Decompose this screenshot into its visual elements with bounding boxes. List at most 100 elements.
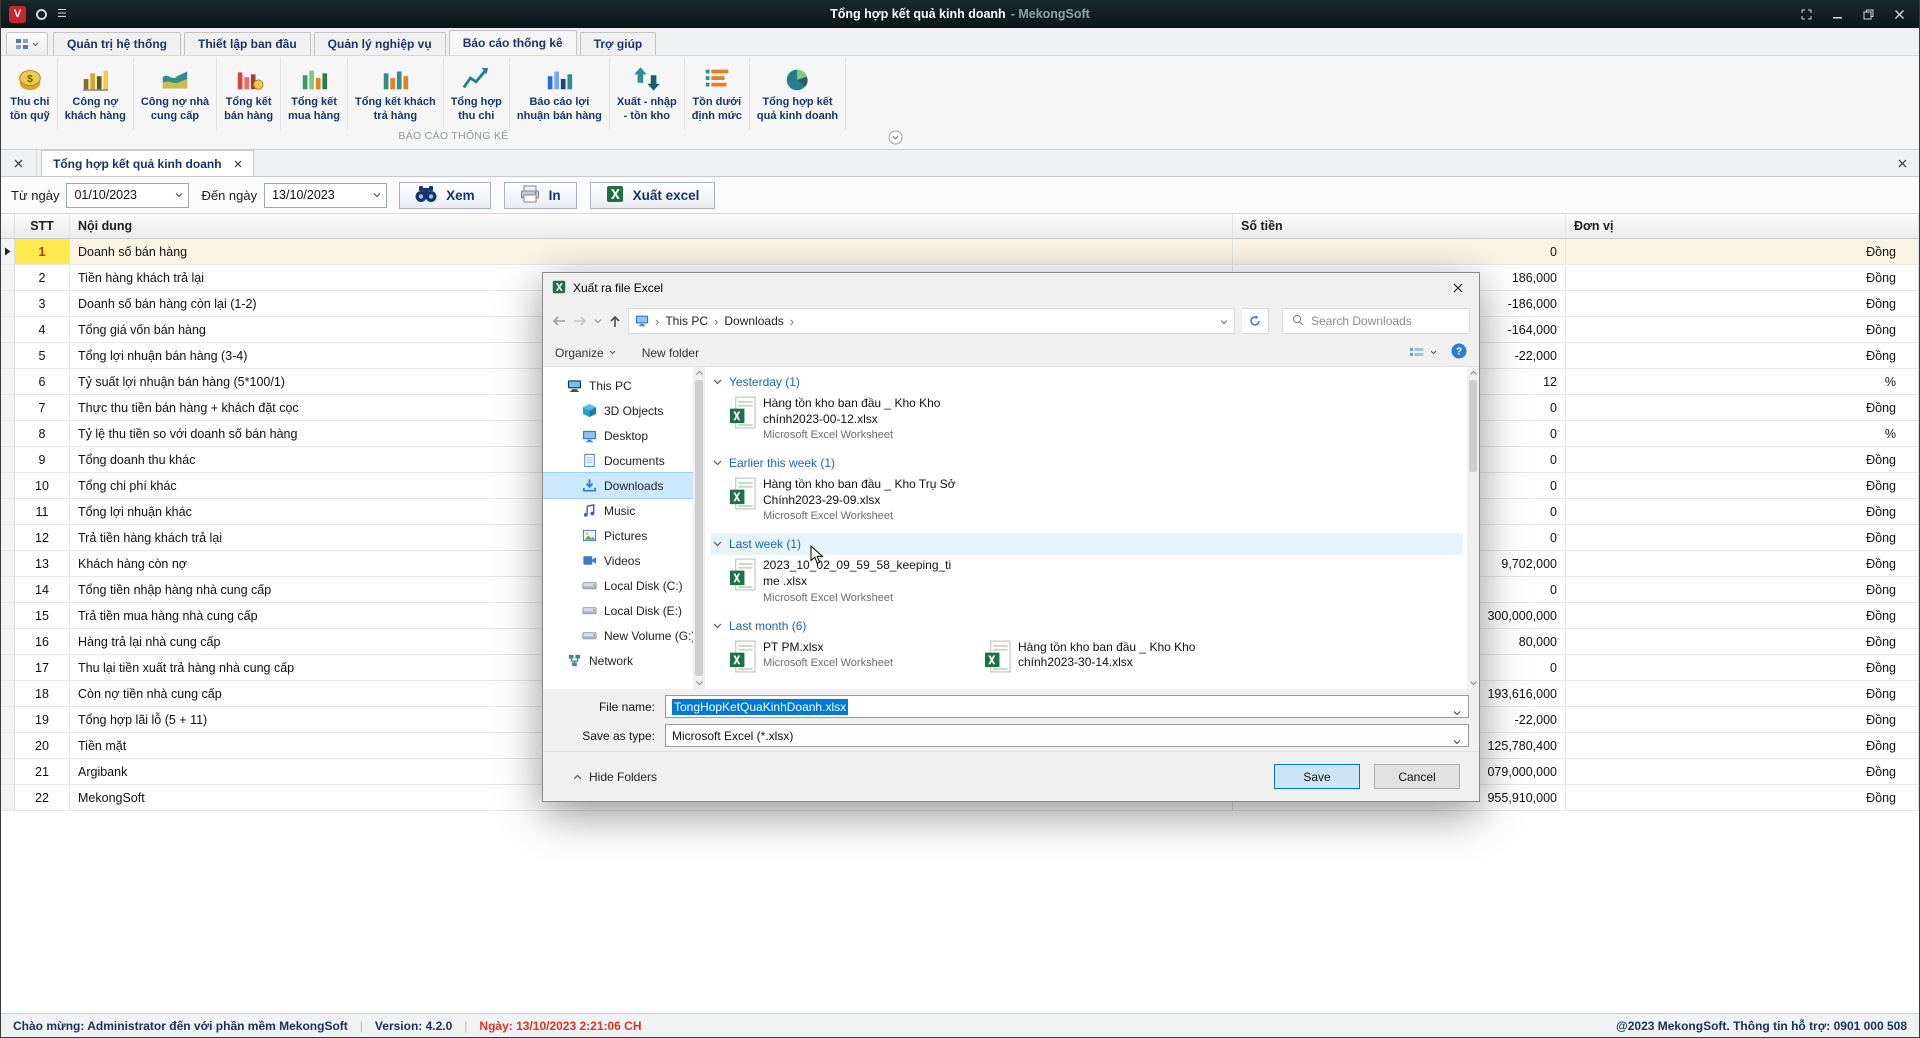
- view-mode-button[interactable]: [1409, 346, 1437, 360]
- files-scrollbar[interactable]: [1467, 367, 1479, 689]
- sidebar-item-network[interactable]: Network: [543, 648, 693, 673]
- ribbon-group-label: BÁO CÁO THỐNG KÊ: [398, 130, 508, 142]
- chevron-down-icon[interactable]: [368, 193, 386, 198]
- cancel-button[interactable]: Cancel: [1374, 764, 1460, 789]
- sidebar-item-disk[interactable]: New Volume (G:): [543, 623, 693, 648]
- save-button[interactable]: Save: [1274, 764, 1360, 789]
- ribbon-button-inventory-flow[interactable]: Xuất - nhập- tồn kho: [610, 58, 685, 130]
- ribbon-collapse-icon[interactable]: [888, 130, 903, 148]
- to-date-picker[interactable]: 13/10/2023: [264, 183, 387, 208]
- print-button[interactable]: In: [504, 182, 577, 209]
- recent-locations-icon[interactable]: [594, 319, 602, 324]
- search-placeholder: Search Downloads: [1311, 314, 1412, 328]
- file-name-input[interactable]: TongHopKetQuaKinhDoanh.xlsx: [665, 695, 1469, 718]
- sidebar-item-cube[interactable]: 3D Objects: [543, 398, 693, 423]
- scroll-down-icon[interactable]: [1467, 677, 1479, 689]
- ribbon-button-sales-summary[interactable]: Tổng kếtbán hàng: [217, 58, 281, 130]
- file-group-header[interactable]: Last month (6): [711, 615, 1463, 637]
- row-indicator: [1, 629, 15, 655]
- window-title-text: Tổng hợp kết quả kinh doanh: [830, 7, 1006, 21]
- file-entry[interactable]: Hàng tồn kho ban đầu _ Kho Kho chính2023…: [711, 393, 1011, 444]
- ribbon-button-profit-report[interactable]: Báo cáo lợinhuận bán hàng: [510, 58, 610, 130]
- scroll-down-icon[interactable]: [693, 677, 705, 689]
- forward-button[interactable]: [573, 315, 587, 327]
- record-icon[interactable]: [36, 9, 47, 20]
- scroll-up-icon[interactable]: [1467, 367, 1479, 379]
- close-tab-icon[interactable]: [234, 157, 242, 171]
- sidebar-item-video[interactable]: Videos: [543, 548, 693, 573]
- restore-button[interactable]: [1863, 9, 1874, 20]
- scroll-up-icon[interactable]: [693, 367, 705, 379]
- new-folder-button[interactable]: New folder: [642, 346, 699, 360]
- minimize-button[interactable]: [1832, 9, 1843, 20]
- customer-debt-icon: [80, 61, 110, 96]
- export-excel-button[interactable]: Xuất excel: [590, 182, 716, 209]
- to-date-label: Đến ngày: [201, 188, 257, 203]
- sidebar-item-doc[interactable]: Documents: [543, 448, 693, 473]
- filter-bar: Từ ngày 01/10/2023 Đến ngày 13/10/2023 X…: [1, 177, 1919, 214]
- organize-button[interactable]: Organize: [555, 346, 616, 360]
- ribbon-button-purchase-summary[interactable]: Tổng kếtmua hàng: [281, 58, 348, 130]
- file-entry[interactable]: PT PM.xlsxMicrosoft Excel Worksheet: [711, 637, 966, 676]
- menu-tab-2[interactable]: Thiết lập ban đầu: [184, 32, 311, 55]
- quick-access-menu-icon[interactable]: ☰: [57, 9, 67, 20]
- close-tab-button-right[interactable]: [1885, 150, 1919, 176]
- file-group-header[interactable]: Yesterday (1): [711, 371, 1463, 393]
- file-entry[interactable]: 2023_10_02_09_59_58_keeping_time .xlsxMi…: [711, 555, 1011, 606]
- sidebar-item-download[interactable]: Downloads: [543, 473, 693, 498]
- file-group-header[interactable]: Earlier this week (1): [711, 452, 1463, 474]
- file-group: Last month (6)PT PM.xlsxMicrosoft Excel …: [711, 615, 1463, 676]
- close-button[interactable]: [1894, 9, 1905, 20]
- sidebar-item-desktop[interactable]: Desktop: [543, 423, 693, 448]
- ribbon-button-cash-fund[interactable]: $Thu chitồn quỹ: [3, 58, 58, 130]
- cell-unit: %: [1566, 369, 1919, 395]
- chevron-down-icon[interactable]: [1453, 705, 1461, 719]
- chevron-down-icon[interactable]: [1453, 734, 1461, 748]
- sales-summary-icon: [234, 61, 264, 96]
- table-row[interactable]: 1Doanh số bán hàng0Đồng: [1, 239, 1919, 265]
- chevron-down-icon[interactable]: [170, 193, 188, 198]
- app-menu-button[interactable]: [6, 32, 48, 55]
- tab-tong-hop-ket-qua-kinh-doanh[interactable]: Tổng hợp kết quả kinh doanh: [41, 150, 254, 176]
- menu-tab-1[interactable]: Quản trị hệ thống: [53, 32, 181, 55]
- up-button[interactable]: [609, 315, 621, 328]
- help-icon[interactable]: ?: [1451, 343, 1467, 362]
- menu-tab-4[interactable]: Báo cáo thống kê: [449, 30, 577, 55]
- ribbon-button-stock-threshold[interactable]: Tồn dướiđịnh mức: [685, 58, 750, 130]
- sidebar-item-pc[interactable]: This PC: [543, 373, 693, 398]
- dialog-close-button[interactable]: [1437, 273, 1479, 303]
- menu-tab-5[interactable]: Trợ giúp: [580, 32, 657, 55]
- breadcrumb-this-pc[interactable]: This PC: [665, 314, 708, 328]
- ribbon-button-returns-summary[interactable]: Tổng kết kháchtrả hàng: [348, 58, 444, 130]
- app-logo-icon[interactable]: V: [9, 6, 26, 23]
- ribbon-button-supplier-debt[interactable]: Công nợ nhàcung cấp: [134, 58, 217, 130]
- sidebar-item-disk[interactable]: Local Disk (C:): [543, 573, 693, 598]
- ribbon-button-customer-debt[interactable]: Công nợkhách hàng: [58, 58, 134, 130]
- download-icon: [582, 478, 597, 493]
- chevron-down-icon: [713, 541, 722, 547]
- breadcrumb-downloads[interactable]: Downloads: [724, 314, 783, 328]
- file-entry[interactable]: Hàng tồn kho ban đầu _ Kho Kho chính2023…: [966, 637, 1221, 676]
- ribbon-button-business-result[interactable]: Tổng hợp kếtquả kinh doanh: [750, 58, 846, 130]
- profit-report-icon: [544, 61, 574, 96]
- search-input[interactable]: Search Downloads: [1282, 308, 1470, 334]
- breadcrumb[interactable]: › This PC › Downloads ›: [628, 308, 1235, 334]
- file-entry[interactable]: Hàng tồn kho ban đầu _ Kho Trụ Sở Chính2…: [711, 474, 1011, 525]
- sidebar-item-disk[interactable]: Local Disk (E:): [543, 598, 693, 623]
- close-all-tabs-button[interactable]: [1, 150, 37, 176]
- sidebar-scrollbar[interactable]: [693, 367, 705, 689]
- refresh-button[interactable]: [1242, 308, 1269, 334]
- back-button[interactable]: [552, 315, 566, 327]
- hide-folders-button[interactable]: Hide Folders: [573, 770, 657, 784]
- from-date-picker[interactable]: 01/10/2023: [66, 183, 189, 208]
- col-header-stt: STT: [15, 214, 70, 239]
- ribbon-button-income-expense[interactable]: Tổng hợpthu chi: [444, 58, 510, 130]
- view-button[interactable]: Xem: [399, 182, 491, 209]
- cell-stt: 9: [15, 447, 70, 473]
- save-type-select[interactable]: Microsoft Excel (*.xlsx): [665, 724, 1469, 747]
- menu-tab-3[interactable]: Quản lý nghiệp vụ: [314, 32, 446, 55]
- sidebar-item-picture[interactable]: Pictures: [543, 523, 693, 548]
- fullscreen-button[interactable]: [1801, 9, 1812, 20]
- address-dropdown-icon[interactable]: [1220, 314, 1228, 328]
- sidebar-item-music[interactable]: Music: [543, 498, 693, 523]
